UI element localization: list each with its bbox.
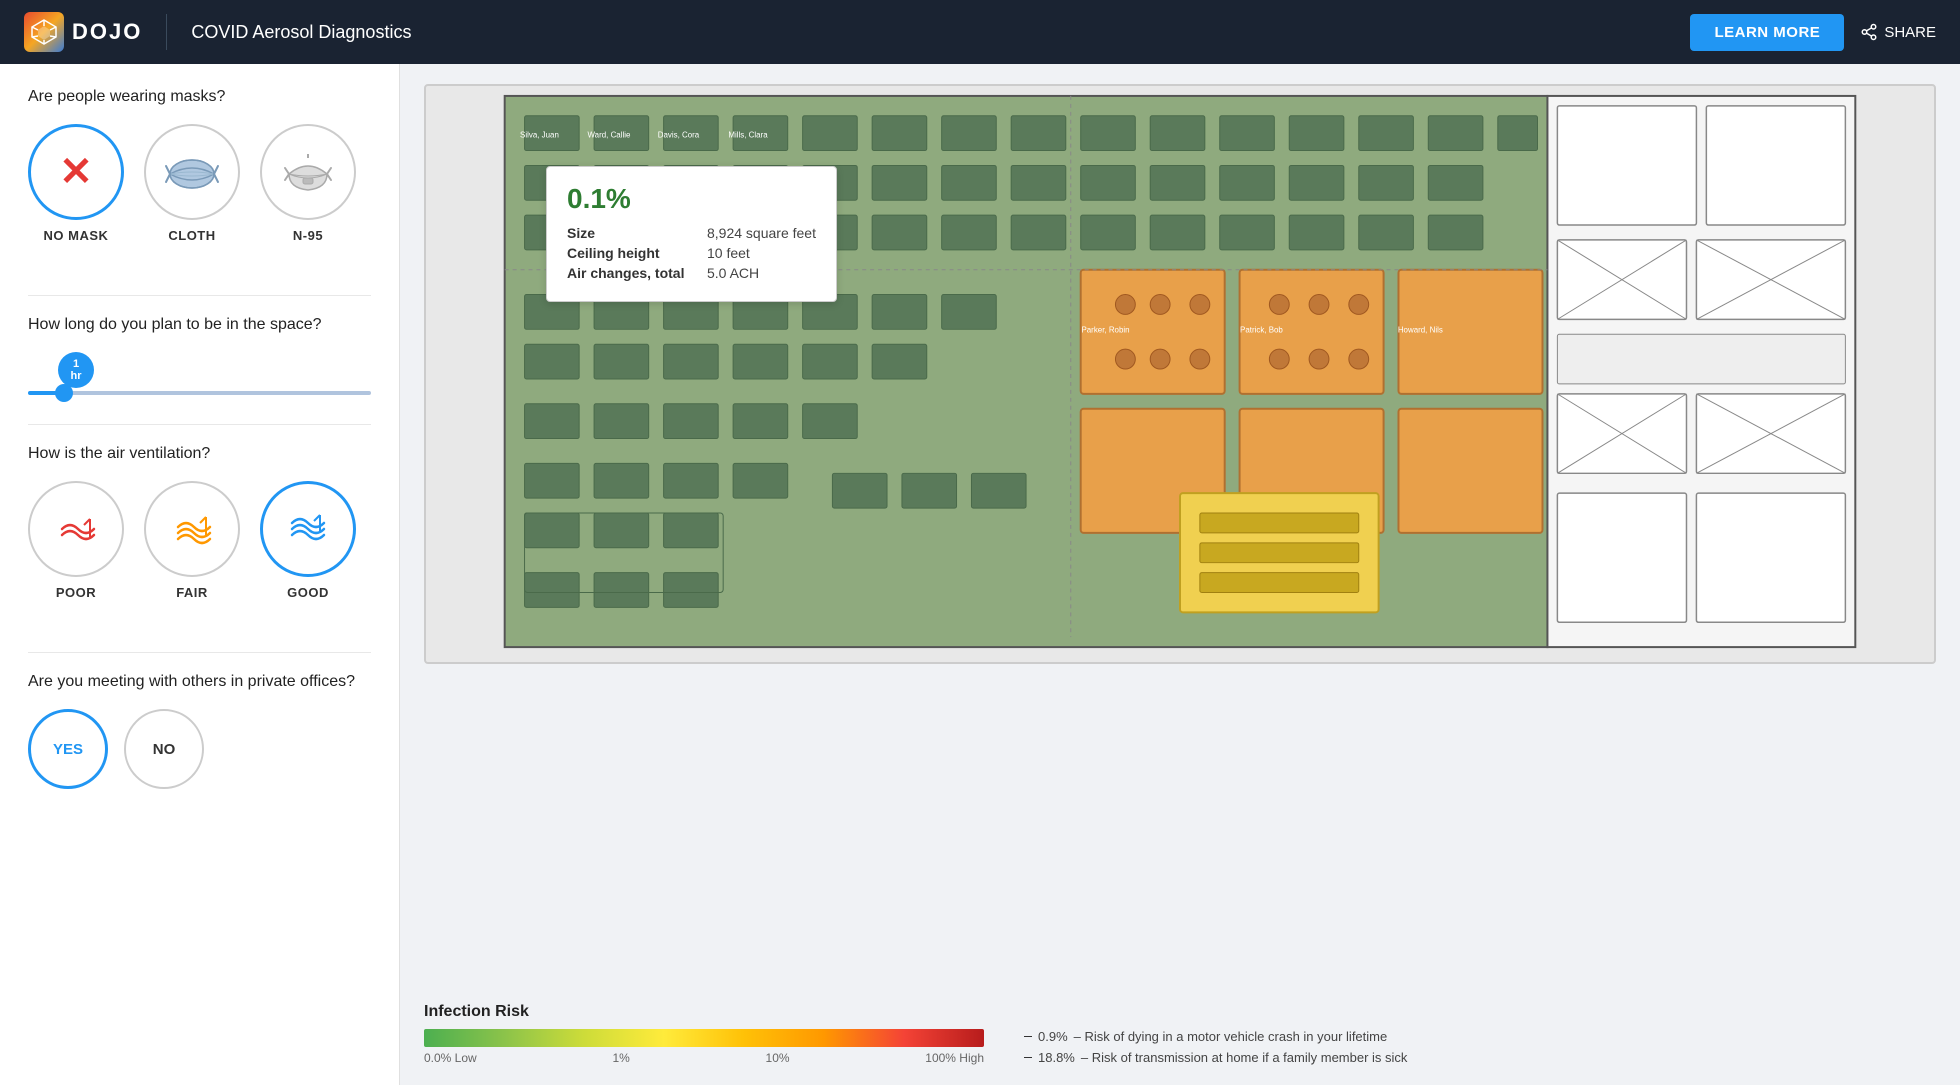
- mask-option-no-mask[interactable]: ✕ NO MASK: [28, 124, 124, 243]
- slider-val: 1: [73, 358, 79, 370]
- mask-option-cloth[interactable]: CLOTH: [144, 124, 240, 243]
- learn-more-button[interactable]: LEARN MORE: [1690, 14, 1844, 51]
- mask-option-n95[interactable]: N-95: [260, 124, 356, 243]
- header-divider: [166, 14, 167, 50]
- no-mask-circle[interactable]: ✕: [28, 124, 124, 220]
- svg-text:Silva, Juan: Silva, Juan: [520, 131, 559, 140]
- private-question: Are you meeting with others in private o…: [28, 673, 371, 691]
- private-options: YES NO: [28, 709, 371, 789]
- legend-label-10pct: 10%: [766, 1051, 790, 1065]
- tooltip-air-label: Air changes, total: [567, 265, 687, 281]
- divider-3: [28, 652, 371, 653]
- logo-text: DOJO: [72, 19, 142, 45]
- svg-text:Parker, Robin: Parker, Robin: [1081, 325, 1129, 334]
- legend-lines: 0.9% – Risk of dying in a motor vehicle …: [1024, 1029, 1407, 1065]
- tooltip-percent: 0.1%: [567, 183, 816, 215]
- header-title: COVID Aerosol Diagnostics: [191, 22, 411, 43]
- legend-section: Infection Risk 0.0% Low 1% 10% 100% High: [424, 1003, 1936, 1065]
- good-vent-icon: [286, 507, 330, 551]
- good-label: GOOD: [287, 585, 329, 600]
- fair-vent-icon: [170, 507, 214, 551]
- svg-text:Ward, Callie: Ward, Callie: [587, 131, 631, 140]
- poor-vent-icon: [54, 507, 98, 551]
- cloth-mask-icon: [164, 152, 220, 192]
- logo: DOJO: [24, 12, 142, 52]
- cloth-label: CLOTH: [168, 228, 215, 243]
- n95-circle[interactable]: [260, 124, 356, 220]
- slider-unit: hr: [71, 370, 82, 382]
- tooltip-size-row: Size 8,924 square feet: [567, 225, 816, 241]
- share-label: SHARE: [1884, 24, 1936, 41]
- tooltip-air-val: 5.0 ACH: [707, 265, 759, 281]
- poor-circle[interactable]: [28, 481, 124, 577]
- floorplan[interactable]: Silva, Juan Ward, Callie Davis, Cora Mil…: [424, 84, 1936, 664]
- poor-label: POOR: [56, 585, 96, 600]
- no-option[interactable]: NO: [124, 709, 204, 789]
- ventilation-question: How is the air ventilation?: [28, 445, 371, 463]
- header-right: LEARN MORE SHARE: [1690, 14, 1936, 51]
- slider-container: 1 hr: [28, 352, 371, 400]
- no-mask-label: NO MASK: [44, 228, 109, 243]
- duration-slider[interactable]: [28, 391, 371, 395]
- tooltip-ceiling-val: 10 feet: [707, 245, 750, 261]
- legend-risk2-pct: 18.8%: [1038, 1050, 1075, 1065]
- mask-options: ✕ NO MASK: [28, 124, 371, 243]
- legend-label-high: 100% High: [925, 1051, 984, 1065]
- legend-labels: 0.0% Low 1% 10% 100% High: [424, 1051, 984, 1065]
- legend-title: Infection Risk: [424, 1003, 1936, 1021]
- legend-dot-1: [1024, 1036, 1032, 1037]
- legend-risk1-pct: 0.9%: [1038, 1029, 1068, 1044]
- divider-2: [28, 424, 371, 425]
- svg-text:Mills, Clara: Mills, Clara: [728, 131, 768, 140]
- vent-option-good[interactable]: GOOD: [260, 481, 356, 600]
- tooltip-ceiling-label: Ceiling height: [567, 245, 687, 261]
- header: DOJO COVID Aerosol Diagnostics LEARN MOR…: [0, 0, 1960, 64]
- logo-icon: [24, 12, 64, 52]
- divider-1: [28, 295, 371, 296]
- duration-question: How long do you plan to be in the space?: [28, 316, 371, 334]
- tooltip-air-row: Air changes, total 5.0 ACH: [567, 265, 816, 281]
- ventilation-section: How is the air ventilation? POOR: [28, 445, 371, 628]
- cloth-circle[interactable]: [144, 124, 240, 220]
- header-left: DOJO COVID Aerosol Diagnostics: [24, 12, 411, 52]
- legend-dot-2: [1024, 1057, 1032, 1058]
- n95-mask-icon: [281, 150, 335, 194]
- fair-circle[interactable]: [144, 481, 240, 577]
- vent-options: POOR FAIR: [28, 481, 371, 600]
- private-section: Are you meeting with others in private o…: [28, 673, 371, 809]
- mask-section: Are people wearing masks? ✕ NO MASK: [28, 88, 371, 271]
- legend-line-2: 18.8% – Risk of transmission at home if …: [1024, 1050, 1407, 1065]
- n95-label: N-95: [293, 228, 323, 243]
- vent-option-fair[interactable]: FAIR: [144, 481, 240, 600]
- left-panel: Are people wearing masks? ✕ NO MASK: [0, 64, 400, 1085]
- vent-option-poor[interactable]: POOR: [28, 481, 124, 600]
- legend-label-low: 0.0% Low: [424, 1051, 477, 1065]
- mask-question: Are people wearing masks?: [28, 88, 371, 106]
- svg-text:Patrick, Bob: Patrick, Bob: [1240, 325, 1283, 334]
- floorplan-container: Silva, Juan Ward, Callie Davis, Cora Mil…: [424, 84, 1936, 987]
- no-mask-x-icon: ✕: [59, 152, 93, 192]
- legend-line-1: 0.9% – Risk of dying in a motor vehicle …: [1024, 1029, 1407, 1044]
- slider-thumb-label: 1 hr: [58, 352, 94, 388]
- duration-section: How long do you plan to be in the space?…: [28, 316, 371, 400]
- yes-option[interactable]: YES: [28, 709, 108, 789]
- legend-bar: [424, 1029, 984, 1047]
- svg-text:Davis, Cora: Davis, Cora: [658, 131, 700, 140]
- legend-risk2-text: – Risk of transmission at home if a fami…: [1081, 1050, 1408, 1065]
- good-circle[interactable]: [260, 481, 356, 577]
- legend-risk1-text: – Risk of dying in a motor vehicle crash…: [1074, 1029, 1388, 1044]
- main: Are people wearing masks? ✕ NO MASK: [0, 64, 1960, 1085]
- share-button[interactable]: SHARE: [1860, 23, 1936, 41]
- svg-text:Howard, Nils: Howard, Nils: [1398, 325, 1443, 334]
- tooltip-size-val: 8,924 square feet: [707, 225, 816, 241]
- fair-label: FAIR: [176, 585, 208, 600]
- tooltip: 0.1% Size 8,924 square feet Ceiling heig…: [546, 166, 837, 302]
- tooltip-ceiling-row: Ceiling height 10 feet: [567, 245, 816, 261]
- legend-label-1pct: 1%: [612, 1051, 629, 1065]
- right-panel: Silva, Juan Ward, Callie Davis, Cora Mil…: [400, 64, 1960, 1085]
- tooltip-size-label: Size: [567, 225, 687, 241]
